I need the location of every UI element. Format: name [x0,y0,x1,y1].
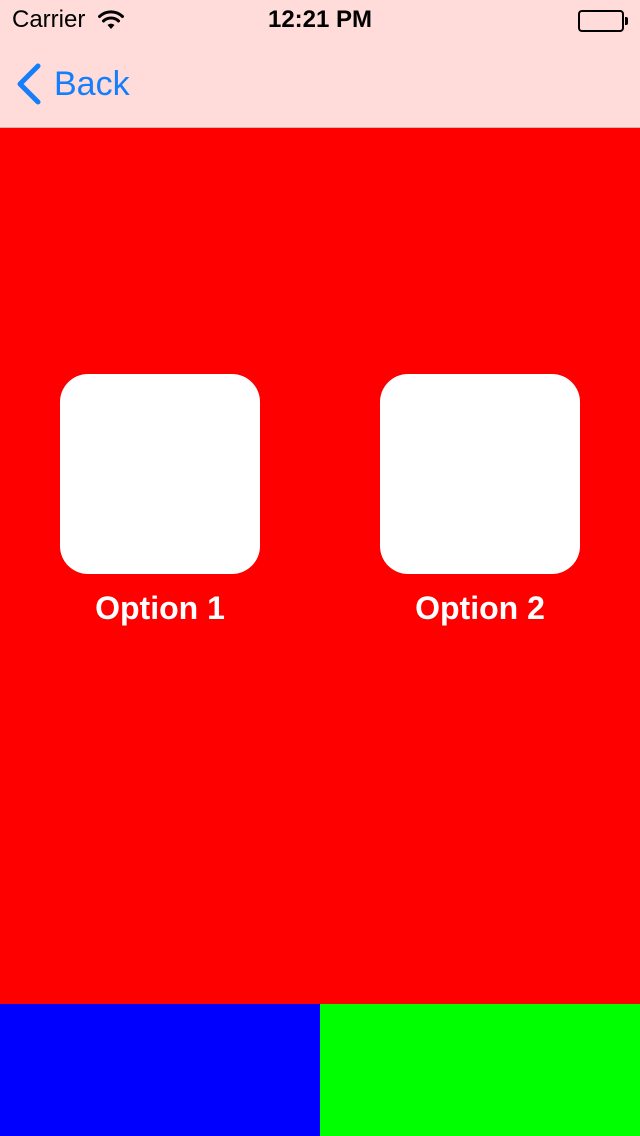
back-label: Back [54,64,130,103]
option-2-tile[interactable] [380,374,580,574]
battery-icon [578,10,628,32]
bottom-right-panel[interactable] [320,1004,640,1136]
navigation-bar: Back [0,40,640,128]
bottom-left-panel[interactable] [0,1004,320,1136]
chevron-left-icon [17,63,41,105]
status-bar: Carrier 12:21 PM [0,0,640,40]
option-2-label: Option 2 [415,590,545,626]
option-1[interactable]: Option 1 [60,374,260,627]
main-content: Option 1 Option 2 [0,128,640,1004]
option-2[interactable]: Option 2 [380,374,580,627]
option-1-tile[interactable] [60,374,260,574]
back-button[interactable]: Back [14,62,130,106]
option-1-label: Option 1 [95,590,225,626]
status-time: 12:21 PM [267,6,373,33]
